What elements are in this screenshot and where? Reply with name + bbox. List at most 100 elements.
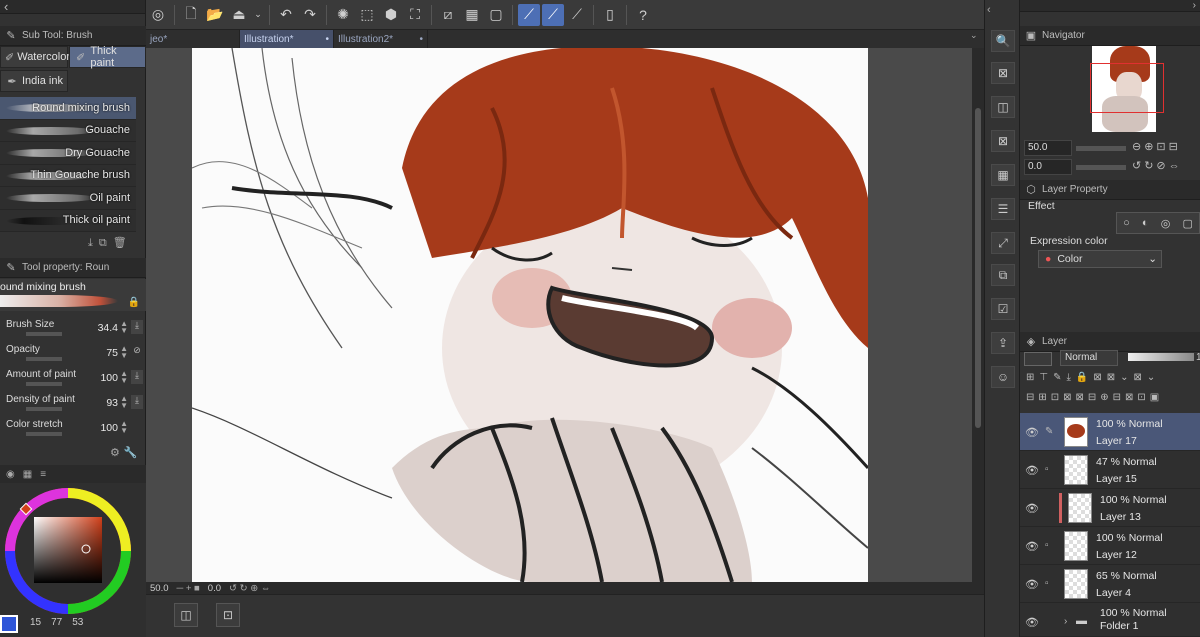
smartphone-icon[interactable]: ▯ — [599, 4, 621, 26]
color-slider-tab-icon[interactable]: ≡ — [40, 469, 46, 480]
zoom-controls[interactable]: ─ + ■ — [177, 583, 200, 594]
collapse-right-icon[interactable]: › — [1193, 0, 1196, 11]
lock-slot-icon[interactable]: ▫ — [1045, 464, 1049, 475]
eye-icon[interactable]: 👁 — [1025, 464, 1039, 477]
tone-effect-icon[interactable]: ◐ — [1142, 217, 1149, 229]
layer-name[interactable]: Layer 4 — [1096, 587, 1131, 599]
import-icon[interactable]: ⤓ — [88, 237, 99, 249]
color-wheel-icon[interactable] — [0, 485, 146, 625]
tab-close-icon[interactable]: • — [325, 34, 329, 45]
transform-icon[interactable]: ⤢ — [991, 232, 1015, 254]
prop-color-stretch[interactable]: Color stretch 100 ▲ ▼ — [0, 416, 146, 441]
rotate-buttons[interactable]: ↺↻⊘⇔ — [1132, 159, 1183, 172]
chevron-down-icon[interactable]: ⌄ — [252, 4, 264, 26]
layer-row-17[interactable]: 👁 ✎ 100 % Normal Layer 17 — [1020, 413, 1200, 451]
trash-icon[interactable]: 🗑 — [113, 237, 133, 249]
tab-india-ink[interactable]: ✒ India ink — [0, 70, 68, 92]
spin-icon[interactable]: ▲ ▼ — [120, 345, 128, 360]
pressure-icon[interactable]: ⤓ — [131, 370, 143, 384]
effect-buttons[interactable]: ○ ◐ ◎ ▢ — [1116, 212, 1200, 234]
saturation-value[interactable]: 77 — [51, 617, 62, 628]
prop-opacity[interactable]: Opacity 75 ▲ ▼ ⊘ — [0, 341, 146, 366]
fill-icon[interactable]: ⬢ — [380, 4, 402, 26]
lock-icon[interactable]: 🔒 — [128, 297, 140, 308]
loading-icon[interactable]: ✺ — [332, 4, 354, 26]
snap-grid-icon[interactable]: ⟋ — [566, 4, 588, 26]
copy-icon[interactable]: ⧉ — [991, 264, 1015, 286]
layer-color-swatch[interactable] — [1024, 352, 1052, 366]
angle-readout[interactable]: 0.0 — [208, 583, 221, 594]
transform-icon[interactable]: ⛶ — [404, 4, 426, 26]
brush-item-gouache[interactable]: Gouache — [0, 119, 136, 142]
layer-icon[interactable]: ◫ — [991, 96, 1015, 118]
prop-density-of-paint[interactable]: Density of paint 93 ▲ ▼ ⤓ — [0, 391, 146, 416]
main-color-swatch[interactable] — [0, 615, 18, 633]
tab-illustration[interactable]: Illustration* • — [240, 30, 334, 48]
eye-icon[interactable]: 👁 — [1025, 616, 1039, 629]
collapse-left-icon[interactable]: ‹ — [4, 0, 8, 14]
list-icon[interactable]: ☰ — [991, 198, 1015, 220]
color-set-tab-icon[interactable]: ▦ — [23, 469, 32, 480]
wrench-icon[interactable]: 🔧 — [124, 447, 142, 459]
brightness-value[interactable]: 53 — [72, 617, 83, 628]
lock-slot-icon[interactable]: ▫ — [1045, 540, 1049, 551]
opacity-slider[interactable] — [1128, 353, 1194, 361]
material-icon[interactable]: ⊠ — [991, 62, 1015, 84]
spin-icon[interactable]: ▲ ▼ — [120, 370, 128, 385]
layer-name[interactable]: Layer 13 — [1100, 511, 1141, 523]
eye-icon[interactable]: 👁 — [1025, 502, 1039, 515]
scroll-thumb[interactable] — [975, 108, 981, 428]
expand-chevron-icon[interactable]: › — [1064, 616, 1067, 627]
grid-icon[interactable]: ▦ — [461, 4, 483, 26]
export-icon[interactable]: ⇪ — [991, 332, 1015, 354]
eye-icon[interactable]: 👁 — [1025, 540, 1039, 553]
brush-item-dry-gouache[interactable]: Dry Gouache — [0, 142, 136, 165]
illustration-canvas[interactable] — [192, 48, 868, 582]
frame-icon[interactable]: ▢ — [485, 4, 507, 26]
layer-row-15[interactable]: 👁 ▫ 47 % Normal Layer 15 — [1020, 451, 1200, 489]
redo-icon[interactable]: ↷ — [299, 4, 321, 26]
help-icon[interactable]: ? — [632, 4, 654, 26]
tone-icon[interactable]: ▦ — [991, 164, 1015, 186]
layer-name[interactable]: Folder 1 — [1100, 620, 1139, 632]
ruler-off-icon[interactable]: ⧄ — [437, 4, 459, 26]
prop-slider[interactable] — [26, 357, 62, 361]
expression-color-select[interactable]: ● Color ⌄ — [1038, 250, 1162, 268]
prop-value[interactable]: 93 — [106, 397, 118, 409]
prop-amount-of-paint[interactable]: Amount of paint 100 ▲ ▼ ⤓ — [0, 366, 146, 391]
selection-icon[interactable]: ⬚ — [356, 4, 378, 26]
color-wheel-tab-icon[interactable]: ◉ — [6, 469, 15, 480]
zoom-readout[interactable]: 50.0 — [150, 583, 169, 594]
new-file-icon[interactable]: 🗋 — [180, 4, 202, 26]
prop-value[interactable]: 34.4 — [98, 322, 118, 334]
pressure-icon[interactable]: ⤓ — [131, 320, 143, 334]
person-icon[interactable]: ☺ — [991, 366, 1015, 388]
duplicate-icon[interactable]: ⧉ — [99, 237, 113, 249]
check-icon[interactable]: ☑ — [991, 298, 1015, 320]
prop-value[interactable]: 75 — [106, 347, 118, 359]
spin-icon[interactable]: ▲ ▼ — [120, 320, 128, 335]
tab-close-icon[interactable]: • — [419, 34, 423, 45]
rotate-controls[interactable]: ↺ ↻ ⊕ ⇔ — [229, 583, 270, 594]
zoom-field[interactable]: 50.0 — [1024, 140, 1072, 156]
snap-ruler-icon[interactable]: ⟋ — [518, 3, 540, 26]
rotate-slider[interactable] — [1076, 165, 1126, 170]
prop-slider[interactable] — [26, 382, 62, 386]
artwork[interactable] — [192, 48, 868, 582]
spin-icon[interactable]: ▲ ▼ — [120, 395, 128, 410]
settings-icon[interactable]: ⚙ — [110, 447, 124, 459]
left-collapse-bar[interactable]: ‹ — [0, 0, 145, 14]
tab-illustration2[interactable]: Illustration2* • — [334, 30, 428, 48]
border-effect-icon[interactable]: ○ — [1123, 217, 1130, 229]
pressure-icon[interactable]: ⤓ — [131, 395, 143, 409]
prop-slider[interactable] — [26, 432, 62, 436]
lock-slot-icon[interactable]: ▫ — [1045, 578, 1049, 589]
right-collapse-bar[interactable]: › — [1020, 0, 1200, 12]
undo-icon[interactable]: ↶ — [275, 4, 297, 26]
layer-row-13[interactable]: 👁 100 % Normal Layer 13 — [1020, 489, 1200, 527]
rotate-field[interactable]: 0.0 — [1024, 159, 1072, 175]
prop-brush-size[interactable]: Brush Size 34.4 ▲ ▼ ⤓ — [0, 316, 146, 341]
layer-name[interactable]: Layer 12 — [1096, 549, 1137, 561]
vertical-scrollbar[interactable] — [972, 48, 984, 582]
snap-special-icon[interactable]: ⟋ — [542, 3, 564, 26]
